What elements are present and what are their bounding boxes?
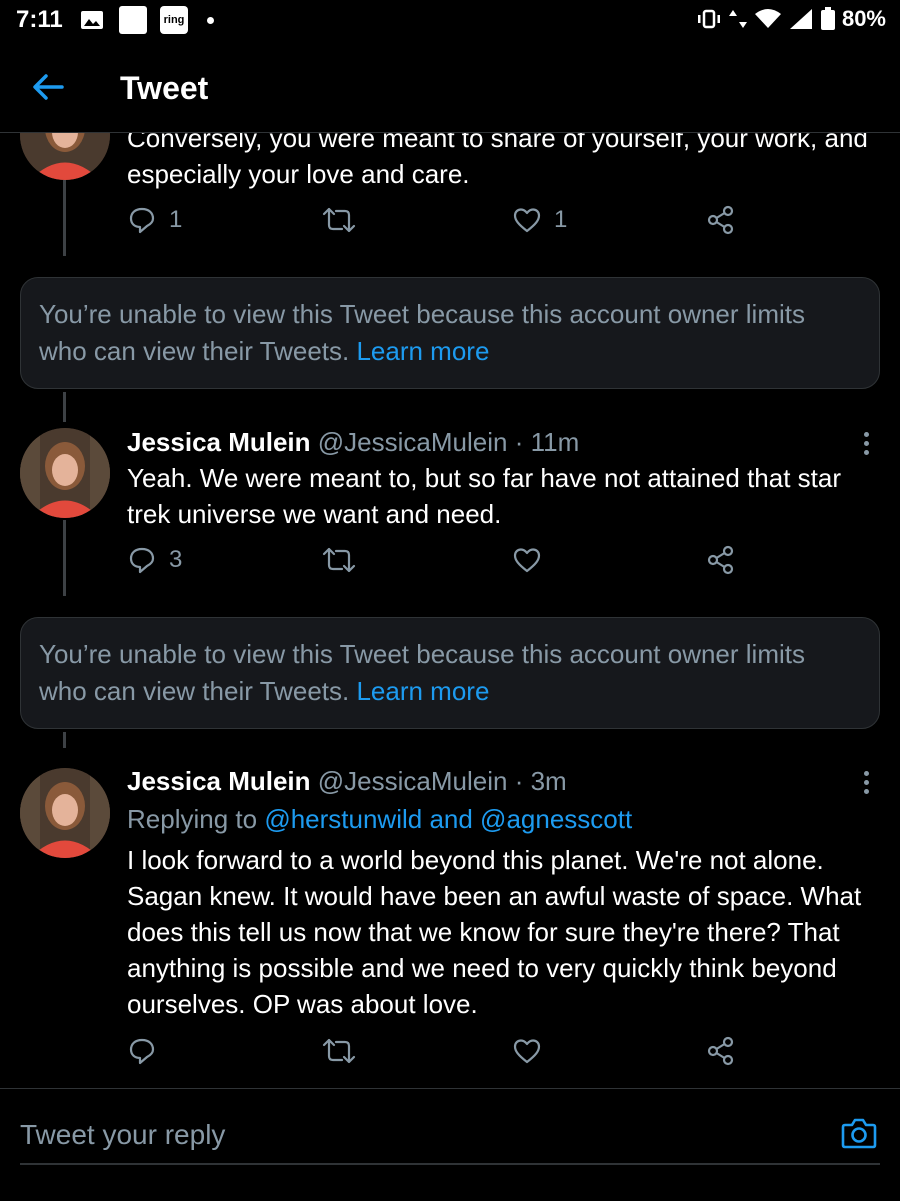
tweet-time: · 11m [514, 427, 580, 457]
header-divider [0, 132, 900, 133]
camera-icon[interactable] [840, 1115, 878, 1151]
thread-line [63, 392, 66, 422]
reply-button[interactable]: 1 [127, 205, 182, 235]
author-name[interactable]: Jessica Mulein [127, 766, 311, 796]
share-icon [707, 205, 734, 235]
status-right: 80% [696, 6, 886, 32]
image-notification-icon [81, 11, 103, 29]
replying-to: Replying to @herstunwild and @agnesscott [127, 804, 632, 835]
reply-button[interactable] [127, 1036, 157, 1066]
restricted-tweet-notice: You’re unable to view this Tweet because… [20, 277, 880, 389]
reply-composer: Tweet your reply [0, 1088, 900, 1201]
retweet-icon [322, 207, 356, 233]
wifi-icon [754, 9, 781, 28]
reply-icon [129, 547, 155, 574]
reply-count: 3 [169, 546, 183, 573]
like-button[interactable] [512, 1036, 542, 1066]
author-handle[interactable]: @JessicaMulein [318, 427, 508, 457]
retweet-icon [322, 547, 356, 573]
retweet-button[interactable] [322, 205, 356, 235]
more-notifications-dot [207, 17, 214, 24]
retweet-button[interactable] [322, 545, 356, 575]
top-app-bar-overlay: Tweet [0, 42, 900, 132]
reply-input[interactable]: Tweet your reply [20, 1119, 225, 1151]
status-time: 7:11 [16, 6, 63, 33]
more-options-icon[interactable] [864, 771, 872, 798]
like-button[interactable] [512, 545, 542, 575]
tweet-text: I look forward to a world beyond this pl… [127, 845, 862, 1019]
page-title: Tweet [120, 70, 209, 106]
tweet-text: Yeah. We were meant to, but so far have … [127, 463, 841, 529]
learn-more-link[interactable]: Learn more [356, 676, 489, 706]
share-button[interactable] [707, 205, 735, 235]
reply-icon [129, 207, 155, 234]
thread-line [63, 732, 66, 748]
more-options-icon[interactable] [864, 432, 872, 459]
status-bar: 7:11 ring 80% [0, 0, 900, 42]
app-notification-icon [119, 6, 147, 34]
author-handle[interactable]: @JessicaMulein [318, 766, 508, 796]
notice-text: You’re unable to view this Tweet because… [39, 636, 859, 710]
retweet-icon [322, 1038, 356, 1064]
cell-signal-icon [789, 9, 812, 29]
replying-to-users[interactable]: @herstunwild and @agnesscott [264, 804, 632, 834]
tweet-actions: 3 [127, 545, 887, 585]
avatar[interactable] [20, 428, 110, 518]
heart-icon [513, 1039, 541, 1064]
ring-notification-icon: ring [160, 6, 188, 34]
heart-icon [513, 548, 541, 573]
heart-icon [513, 208, 541, 233]
reply-input-underline [20, 1163, 880, 1165]
retweet-button[interactable] [322, 1036, 356, 1066]
tweet-actions: 1 1 [127, 205, 887, 245]
battery-percent: 80% [841, 6, 886, 31]
tweet-actions [127, 1036, 887, 1076]
share-icon [707, 545, 734, 575]
like-count: 1 [554, 206, 568, 233]
reply-count: 1 [169, 206, 183, 233]
share-icon [707, 1036, 734, 1066]
author-name[interactable]: Jessica Mulein [127, 427, 311, 457]
back-arrow-icon[interactable] [28, 67, 68, 107]
restricted-tweet-notice: You’re unable to view this Tweet because… [20, 617, 880, 729]
thread-line [63, 520, 66, 596]
tweet-author: Jessica Mulein @JessicaMulein · 11m [127, 427, 579, 458]
replying-to-label: Replying to [127, 804, 265, 834]
avatar[interactable] [20, 768, 110, 858]
thread-line [63, 180, 66, 256]
share-button[interactable] [707, 1036, 735, 1066]
battery-icon [820, 7, 835, 30]
reply-icon [129, 1038, 155, 1065]
vibrate-icon [697, 9, 720, 29]
learn-more-link[interactable]: Learn more [356, 336, 489, 366]
like-button[interactable]: 1 [512, 205, 567, 235]
reply-button[interactable]: 3 [127, 545, 182, 575]
tweet-author: Jessica Mulein @JessicaMulein · 3m [127, 766, 567, 797]
share-button[interactable] [707, 545, 735, 575]
notice-text: You’re unable to view this Tweet because… [39, 296, 859, 370]
tweet-time: · 3m [514, 766, 567, 796]
data-transfer-icon [728, 10, 747, 28]
